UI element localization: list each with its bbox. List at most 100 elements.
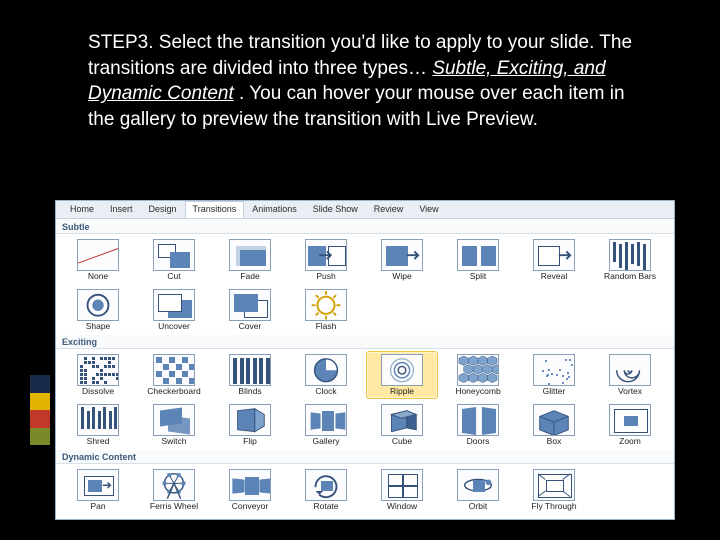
transition-ferris[interactable]: Ferris Wheel bbox=[138, 466, 210, 514]
transition-shape[interactable]: Shape bbox=[62, 286, 134, 334]
transition-cover[interactable]: Cover bbox=[214, 286, 286, 334]
transition-label: Fade bbox=[215, 272, 285, 283]
rotate-icon bbox=[305, 469, 347, 501]
transition-honeycomb[interactable]: Honeycomb bbox=[442, 351, 514, 399]
transition-pan[interactable]: Pan bbox=[62, 466, 134, 514]
wipe-icon bbox=[381, 239, 423, 271]
accent-stripe bbox=[30, 428, 50, 446]
transition-label: Rotate bbox=[291, 502, 361, 513]
transition-push[interactable]: Push bbox=[290, 236, 362, 284]
transition-checkerboard[interactable]: Checkerboard bbox=[138, 351, 210, 399]
transition-none[interactable]: None bbox=[62, 236, 134, 284]
transition-cut[interactable]: Cut bbox=[138, 236, 210, 284]
fade-icon bbox=[229, 239, 271, 271]
transition-box[interactable]: Box bbox=[518, 401, 590, 449]
transition-randombars[interactable]: Random Bars bbox=[594, 236, 666, 284]
transition-label: Wipe bbox=[367, 272, 437, 283]
transition-vortex[interactable]: Vortex bbox=[594, 351, 666, 399]
tab-animations[interactable]: Animations bbox=[244, 201, 305, 218]
transition-label: Split bbox=[443, 272, 513, 283]
gallery-icon bbox=[305, 404, 347, 436]
none-icon bbox=[77, 239, 119, 271]
transition-orbit[interactable]: Orbit bbox=[442, 466, 514, 514]
transition-label: Clock bbox=[291, 387, 361, 398]
tab-design[interactable]: Design bbox=[141, 201, 185, 218]
ripple-icon bbox=[381, 354, 423, 386]
transition-label: Honeycomb bbox=[443, 387, 513, 398]
transition-flythrough[interactable]: Fly Through bbox=[518, 466, 590, 514]
tab-slide-show[interactable]: Slide Show bbox=[305, 201, 366, 218]
transition-split[interactable]: Split bbox=[442, 236, 514, 284]
group-header-subtle: Subtle bbox=[56, 220, 674, 234]
transition-label: Random Bars bbox=[595, 272, 665, 283]
transition-window[interactable]: Window bbox=[366, 466, 438, 514]
transition-reveal[interactable]: Reveal bbox=[518, 236, 590, 284]
transition-label: Orbit bbox=[443, 502, 513, 513]
group-header-dynamic-content: Dynamic Content bbox=[56, 450, 674, 464]
flip-icon bbox=[229, 404, 271, 436]
transition-rotate[interactable]: Rotate bbox=[290, 466, 362, 514]
transition-label: Checkerboard bbox=[139, 387, 209, 398]
dissolve-icon bbox=[77, 354, 119, 386]
transition-label: Switch bbox=[139, 437, 209, 448]
transition-shred[interactable]: Shred bbox=[62, 401, 134, 449]
cover-icon bbox=[229, 289, 271, 321]
orbit-icon bbox=[457, 469, 499, 501]
transition-label: Cut bbox=[139, 272, 209, 283]
transition-label: Flip bbox=[215, 437, 285, 448]
transition-label: Reveal bbox=[519, 272, 589, 283]
vortex-icon bbox=[609, 354, 651, 386]
transition-zoom[interactable]: Zoom bbox=[594, 401, 666, 449]
reveal-icon bbox=[533, 239, 575, 271]
transition-label: Shape bbox=[63, 322, 133, 333]
pan-icon bbox=[77, 469, 119, 501]
accent-bar bbox=[30, 375, 50, 445]
transition-fade[interactable]: Fade bbox=[214, 236, 286, 284]
group-grid: None Cut Fade Push Wipe Split Reveal Random Bar… bbox=[56, 234, 674, 335]
randombars-icon bbox=[609, 239, 651, 271]
transition-label: Pan bbox=[63, 502, 133, 513]
transition-label: Fly Through bbox=[519, 502, 589, 513]
transition-label: Uncover bbox=[139, 322, 209, 333]
ribbon-tabs: HomeInsertDesignTransitionsAnimationsSli… bbox=[56, 201, 674, 219]
transition-cube[interactable]: Cube bbox=[366, 401, 438, 449]
tab-review[interactable]: Review bbox=[366, 201, 412, 218]
tab-transitions[interactable]: Transitions bbox=[185, 201, 245, 218]
transition-clock[interactable]: Clock bbox=[290, 351, 362, 399]
tab-home[interactable]: Home bbox=[62, 201, 102, 218]
transition-glitter[interactable]: Glitter bbox=[518, 351, 590, 399]
group-grid: Dissolve Checkerboard Blinds Clock Ripple Hon… bbox=[56, 349, 674, 450]
clock-icon bbox=[305, 354, 347, 386]
cut-icon bbox=[153, 239, 195, 271]
split-icon bbox=[457, 239, 499, 271]
transition-label: Gallery bbox=[291, 437, 361, 448]
transition-label: Blinds bbox=[215, 387, 285, 398]
transition-flip[interactable]: Flip bbox=[214, 401, 286, 449]
transition-label: Vortex bbox=[595, 387, 665, 398]
transition-dissolve[interactable]: Dissolve bbox=[62, 351, 134, 399]
transition-flash[interactable]: Flash bbox=[290, 286, 362, 334]
accent-stripe bbox=[30, 410, 50, 428]
ferris-icon bbox=[153, 469, 195, 501]
transition-label: Ferris Wheel bbox=[139, 502, 209, 513]
transition-label: Dissolve bbox=[63, 387, 133, 398]
uncover-icon bbox=[153, 289, 195, 321]
conveyor-icon bbox=[229, 469, 271, 501]
transition-blinds[interactable]: Blinds bbox=[214, 351, 286, 399]
shape-icon bbox=[77, 289, 119, 321]
transition-ripple[interactable]: Ripple bbox=[366, 351, 438, 399]
transition-label: Doors bbox=[443, 437, 513, 448]
tab-insert[interactable]: Insert bbox=[102, 201, 141, 218]
step-prefix: STEP3. bbox=[88, 32, 153, 53]
transition-conveyor[interactable]: Conveyor bbox=[214, 466, 286, 514]
transition-switch[interactable]: Switch bbox=[138, 401, 210, 449]
transition-wipe[interactable]: Wipe bbox=[366, 236, 438, 284]
transition-uncover[interactable]: Uncover bbox=[138, 286, 210, 334]
transition-doors[interactable]: Doors bbox=[442, 401, 514, 449]
transition-gallery[interactable]: Gallery bbox=[290, 401, 362, 449]
instruction-text: STEP3. Select the transition you'd like … bbox=[88, 30, 648, 133]
transition-label: Zoom bbox=[595, 437, 665, 448]
tab-view[interactable]: View bbox=[411, 201, 446, 218]
accent-stripe bbox=[30, 375, 50, 393]
transition-label: Shred bbox=[63, 437, 133, 448]
